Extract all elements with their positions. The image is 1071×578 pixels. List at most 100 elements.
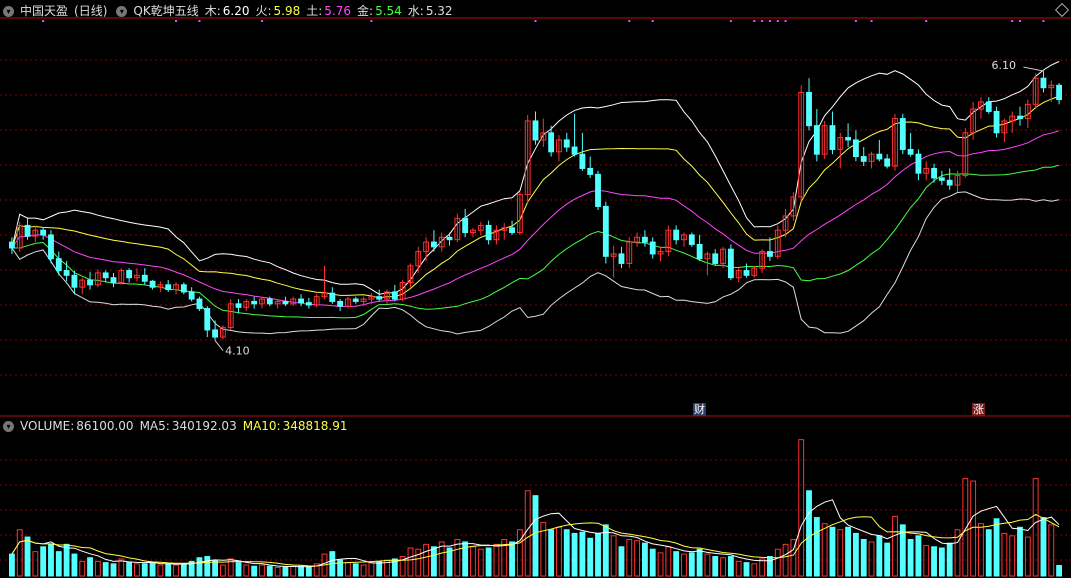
line-mu: 木: 6.20 <box>204 4 250 18</box>
volume-bar <box>813 517 820 577</box>
candle-down <box>743 270 750 276</box>
volume-bar <box>892 515 898 577</box>
signal-dot <box>729 20 732 22</box>
volume-bar <box>806 490 812 577</box>
volume-bar <box>55 551 62 577</box>
volume-bar <box>173 564 179 577</box>
volume-bar <box>1024 536 1031 577</box>
volume-bar <box>516 529 523 577</box>
indicator-name[interactable]: QK乾坤五线 <box>133 3 198 19</box>
collapse-icon[interactable]: ▾ <box>3 5 14 17</box>
candle-down <box>376 296 383 300</box>
candle-down <box>71 274 78 288</box>
volume-bar <box>946 542 953 577</box>
volume-bar <box>626 538 633 577</box>
signal-dot <box>776 20 779 22</box>
candle-down <box>24 224 31 237</box>
candle-down <box>696 243 703 260</box>
volume-bar <box>79 560 86 577</box>
volume-bar <box>509 541 515 577</box>
volume-bar <box>915 535 922 577</box>
candle-down <box>40 229 47 236</box>
volume-bar <box>485 547 492 577</box>
volume-bar <box>571 532 578 577</box>
candle-down <box>352 298 359 302</box>
candle-down <box>110 277 117 283</box>
volume-bar <box>610 535 617 577</box>
candle-down <box>587 167 594 175</box>
volume-bar <box>407 547 414 577</box>
volume-bar <box>415 548 422 577</box>
candle-down <box>985 101 992 112</box>
candle-down <box>329 292 336 302</box>
volume-bar <box>860 538 867 577</box>
signal-dot <box>42 20 45 22</box>
candle-down <box>391 291 398 300</box>
candle-down <box>282 300 289 305</box>
signal-dot <box>768 20 771 22</box>
finance-tag[interactable]: 财 <box>693 403 706 416</box>
candle-down <box>87 279 93 286</box>
candle-down <box>141 274 148 282</box>
volume-bar <box>1017 526 1023 577</box>
volume-bar <box>298 565 304 577</box>
period-label[interactable]: (日线) <box>74 3 107 19</box>
band-jin-line <box>11 164 1060 319</box>
volume-bar <box>759 558 766 577</box>
candle-down <box>446 236 453 241</box>
signal-dot <box>198 20 201 22</box>
rise-tag[interactable]: 涨 <box>972 403 985 416</box>
candle-down <box>899 118 906 150</box>
candle-down <box>688 234 695 245</box>
volume-bar <box>985 529 992 577</box>
candle-down <box>126 270 133 279</box>
volume-bar <box>743 562 750 577</box>
candle-down <box>63 270 70 276</box>
band-tu-line <box>11 130 1060 307</box>
volume-bar <box>665 546 672 577</box>
volume-bar <box>1032 478 1039 577</box>
volume-bar <box>430 546 437 577</box>
candle-down <box>931 167 937 179</box>
candle-down <box>712 253 719 264</box>
volume-bar <box>157 564 164 577</box>
line-tu: 土: 5.76 <box>306 4 352 18</box>
candle-down <box>813 125 820 155</box>
candle-down <box>845 137 852 141</box>
volume-bar <box>274 566 281 577</box>
candle-down <box>938 177 945 181</box>
signal-dot <box>628 20 631 22</box>
signal-dot <box>651 20 654 22</box>
candle-down <box>305 302 312 306</box>
stock-name: 中国天盈 <box>20 4 69 18</box>
candle-down <box>430 241 437 248</box>
volume-bar <box>48 543 54 577</box>
volume-bar <box>876 535 883 577</box>
candle-down <box>548 132 555 153</box>
kline-chart[interactable]: 4.10 6.10 <box>0 0 1071 578</box>
candle-down <box>907 148 914 155</box>
volume-bar <box>251 565 258 577</box>
indicator-menu-icon[interactable]: ▾ <box>116 5 128 17</box>
volume-bar <box>595 532 601 577</box>
signal-dot <box>1019 20 1022 22</box>
signal-dot <box>925 20 928 22</box>
volume-bar <box>1056 565 1063 577</box>
volume-bar <box>470 546 476 577</box>
candle-down <box>204 308 211 331</box>
volume-bar <box>180 563 187 577</box>
volume-bar <box>579 531 586 577</box>
candle-down <box>884 158 891 167</box>
volume-bar <box>134 563 140 577</box>
candle-down <box>102 272 109 279</box>
candle-down <box>1056 84 1063 101</box>
volume-bar <box>94 560 101 577</box>
collapse-icon[interactable]: ▾ <box>3 420 14 432</box>
volume-bar <box>931 546 937 577</box>
volume-bar <box>368 562 375 577</box>
line-shui: 水: 5.32 <box>407 4 453 18</box>
volume-bar <box>149 562 156 577</box>
candle-down <box>212 329 219 338</box>
volume-bar <box>196 557 203 577</box>
band-shui-line <box>11 191 1060 335</box>
